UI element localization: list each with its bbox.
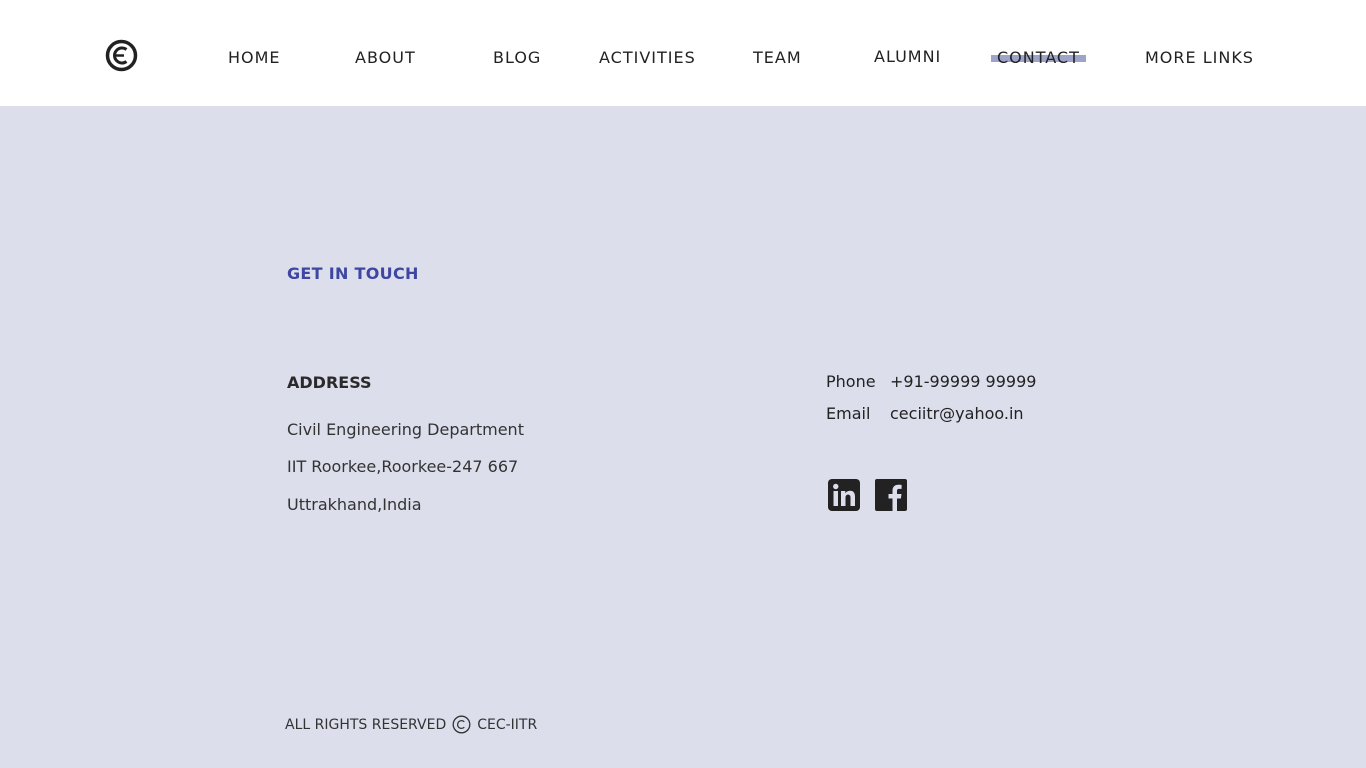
nav-contact[interactable]: CONTACT: [991, 48, 1086, 68]
nav-blog[interactable]: BLOG: [493, 48, 541, 68]
footer-org: CEC-IITR: [477, 716, 538, 733]
facebook-icon[interactable]: [874, 478, 908, 512]
email-value[interactable]: ceciitr@yahoo.in: [890, 404, 1024, 423]
nav-about[interactable]: ABOUT: [355, 48, 416, 68]
copyright-icon: [452, 715, 471, 734]
phone-row: Phone +91-99999 99999: [826, 372, 1036, 391]
nav-more-links[interactable]: MORE LINKS: [1145, 48, 1254, 68]
email-row: Email ceciitr@yahoo.in: [826, 404, 1024, 423]
cec-logo-icon[interactable]: [105, 39, 138, 72]
nav-activities[interactable]: ACTIVITIES: [599, 48, 696, 68]
nav-team[interactable]: TEAM: [753, 48, 802, 68]
phone-value[interactable]: +91-99999 99999: [890, 372, 1036, 391]
nav-alumni[interactable]: ALUMNI: [874, 47, 941, 67]
rights-text: ALL RIGHTS RESERVED: [285, 716, 447, 733]
nav-home[interactable]: HOME: [228, 48, 281, 68]
footer: ALL RIGHTS RESERVED CEC-IITR: [285, 715, 537, 734]
email-label: Email: [826, 404, 871, 423]
linkedin-icon[interactable]: [827, 478, 861, 512]
address-line: Civil Engineering Department: [287, 420, 524, 439]
address-line: Uttrakhand,India: [287, 495, 422, 514]
address-line: IIT Roorkee,Roorkee-247 667: [287, 457, 519, 476]
navbar: HOME ABOUT BLOG ACTIVITIES TEAM ALUMNI C…: [0, 0, 1366, 106]
address-heading: ADDRESS: [287, 373, 372, 392]
phone-label: Phone: [826, 372, 876, 391]
get-in-touch-heading: GET IN TOUCH: [287, 264, 419, 283]
